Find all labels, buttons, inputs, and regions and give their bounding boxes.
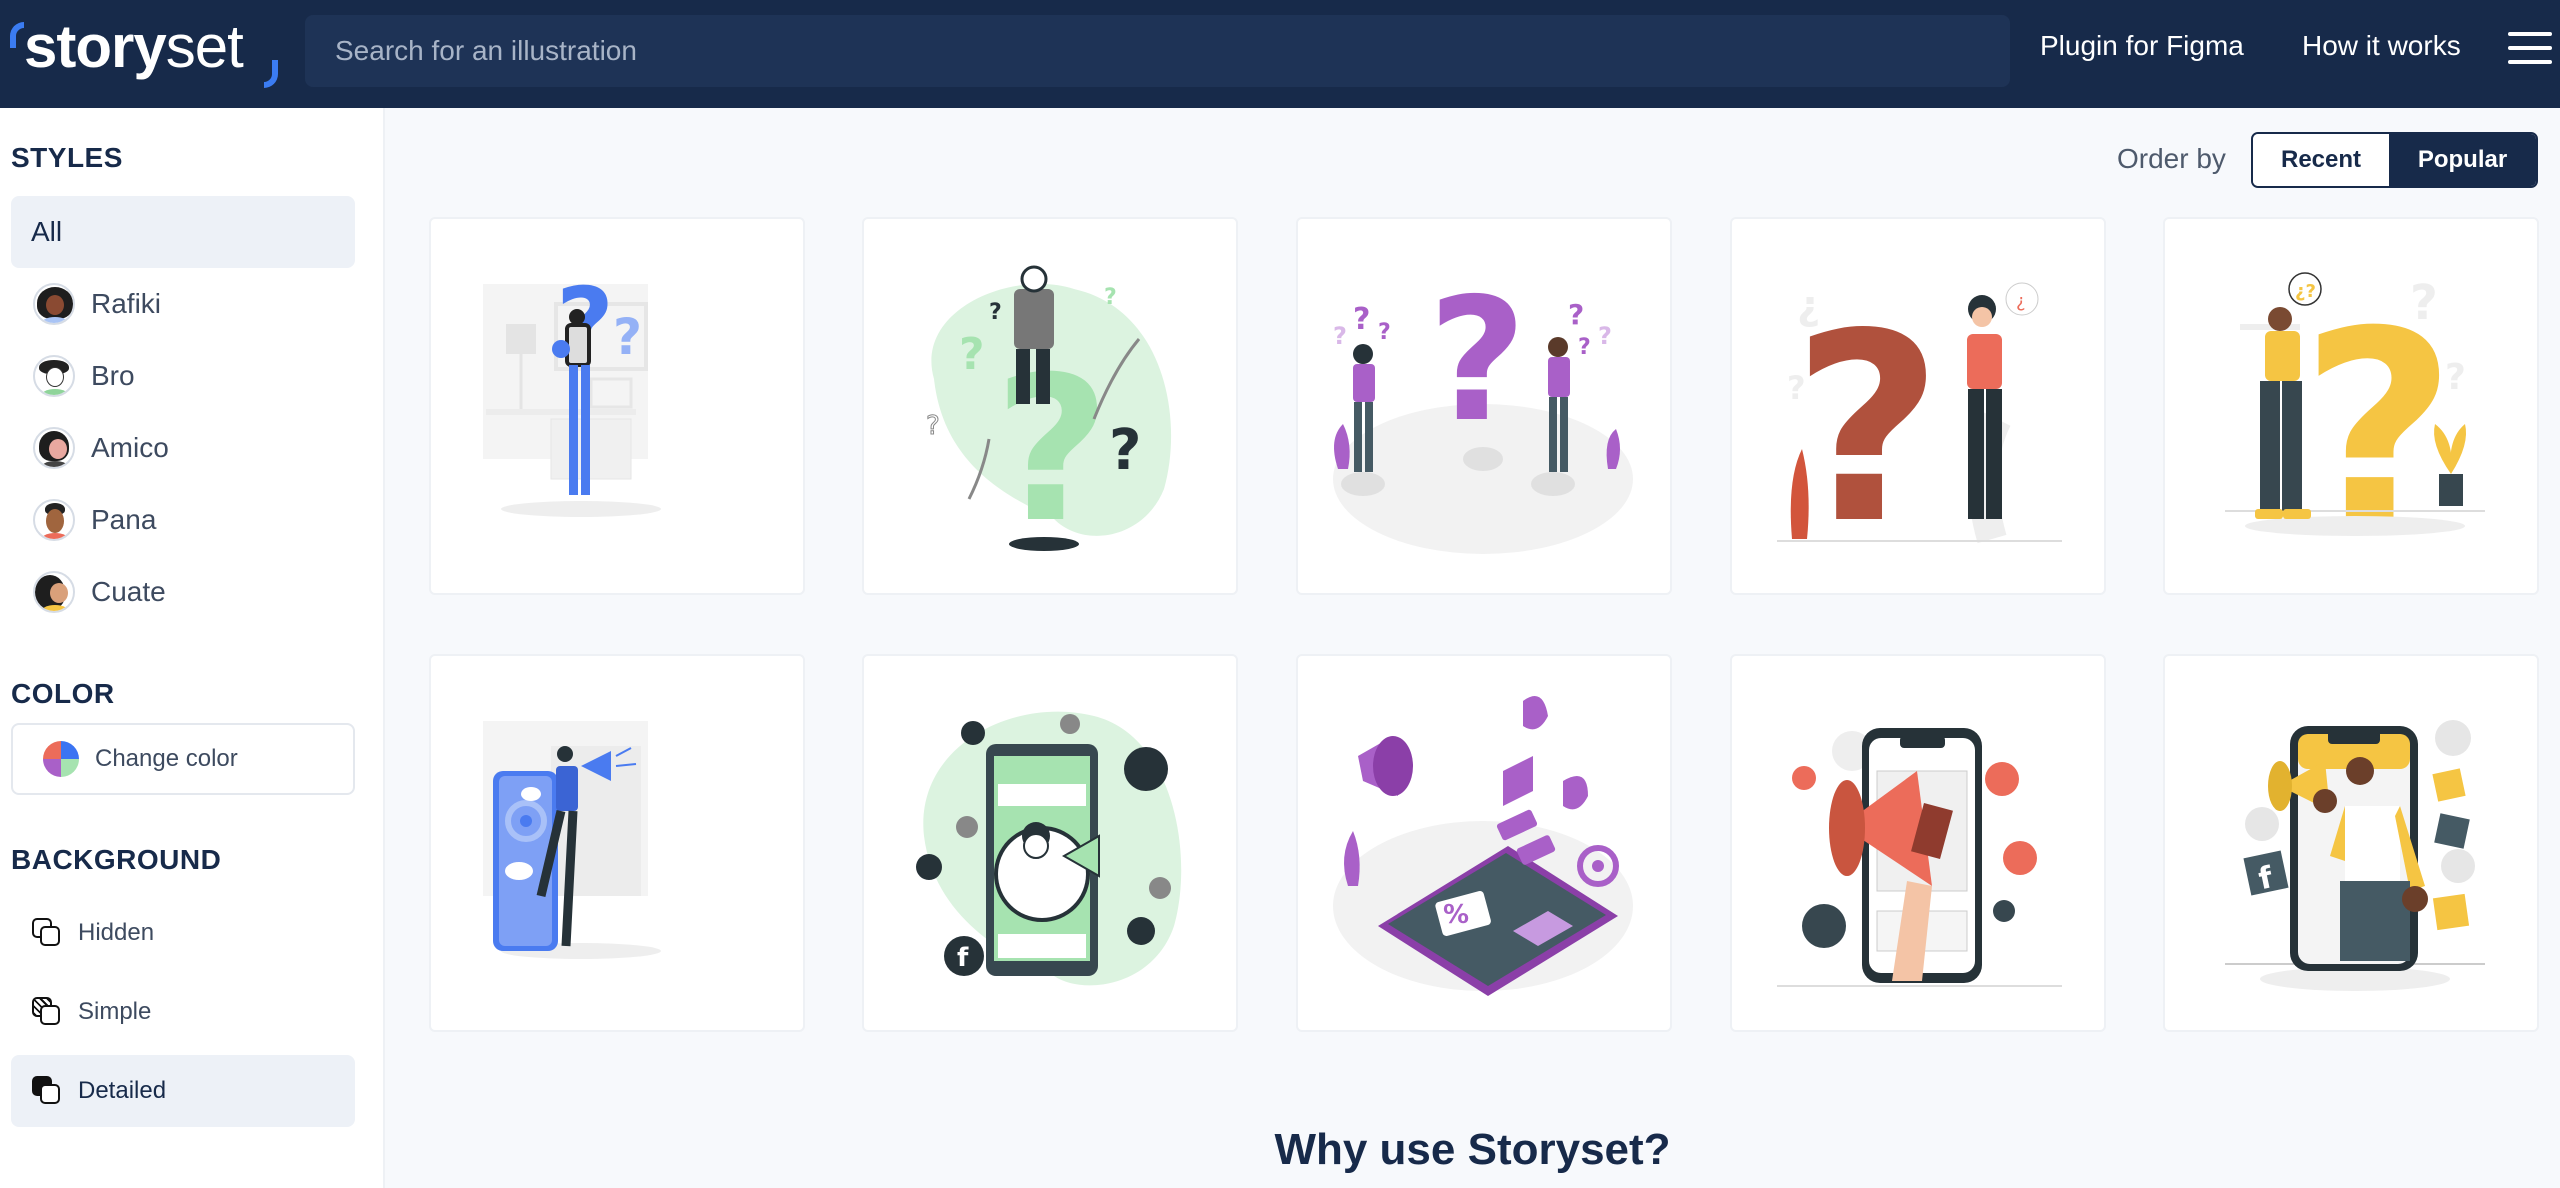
style-label: Pana (91, 504, 157, 535)
style-filter-cuate[interactable]: Cuate (11, 556, 355, 628)
style-filter-rafiki[interactable]: Rafiki (11, 268, 355, 340)
illustration-card[interactable]: % (1296, 654, 1672, 1032)
background-label: Hidden (78, 919, 155, 946)
style-filter-bro[interactable]: Bro (11, 340, 355, 412)
amico-avatar-icon (33, 427, 75, 469)
svg-text:¿: ¿ (2016, 291, 2026, 312)
style-label: Rafiki (91, 288, 162, 319)
logo-accent-right (264, 60, 278, 88)
logo-text: storyset (24, 17, 244, 77)
svg-text:¿: ¿ (1797, 283, 1820, 329)
svg-text:?: ? (994, 334, 1110, 567)
filters-sidebar: STYLES All Rafiki Bro Amico Pana Cuate C… (0, 108, 385, 1188)
hamburger-line (2508, 60, 2552, 64)
background-detailed-icon (32, 1076, 62, 1106)
illustration-woman-leaning-question: ? ¿ ¿ ? (1777, 279, 2062, 581)
illustration-card[interactable]: f (2163, 654, 2539, 1032)
hamburger-line (2508, 46, 2552, 50)
svg-text:?: ? (1353, 302, 1370, 337)
illustration-man-megaphone-social: f (916, 711, 1182, 986)
logo-accent-left (10, 22, 24, 48)
background-simple-icon (32, 997, 62, 1027)
background-label: Detailed (78, 1077, 167, 1104)
hamburger-menu-icon[interactable] (2508, 32, 2552, 66)
svg-text:?: ? (1104, 285, 1117, 310)
illustration-card[interactable]: ? ? ? ? ? ? (862, 217, 1238, 595)
illustration-card[interactable] (1730, 654, 2106, 1032)
style-filter-all[interactable]: All (11, 196, 355, 268)
svg-text:?: ? (2410, 275, 2438, 331)
bro-avatar-icon (33, 355, 75, 397)
svg-text:%: % (1443, 900, 1469, 930)
style-filter-pana[interactable]: Pana (11, 484, 355, 556)
rafiki-avatar-icon (33, 283, 75, 325)
style-label: Amico (91, 432, 169, 463)
background-hidden-icon (32, 918, 62, 948)
svg-text:?: ? (1109, 418, 1141, 483)
svg-text:?: ? (926, 411, 940, 441)
style-filter-amico[interactable]: Amico (11, 412, 355, 484)
illustration-man-sitting-question: ? ? ? ? ? ? (926, 265, 1172, 567)
hamburger-line (2508, 32, 2552, 36)
illustration-hand-megaphone-phone (1777, 728, 2062, 987)
storyset-logo[interactable]: storyset (10, 12, 278, 88)
svg-text:?: ? (1428, 262, 1527, 460)
illustration-man-yellow-question: ? ? ? ¿? (2225, 272, 2485, 588)
illustration-card[interactable]: ? ? ? ? ? ? ? (1296, 217, 1672, 595)
cuate-avatar-icon (33, 571, 75, 613)
background-option-detailed[interactable]: Detailed (11, 1055, 355, 1127)
search-input[interactable] (305, 15, 2010, 87)
order-recent-button[interactable]: Recent (2253, 134, 2389, 186)
change-color-button[interactable]: Change color (11, 723, 355, 795)
illustration-card[interactable]: ? ¿ ¿ ? (1730, 217, 2106, 595)
style-label: All (31, 216, 63, 247)
logo-text-bold: story (24, 13, 167, 80)
how-it-works-link[interactable]: How it works (2302, 30, 2461, 62)
svg-text:?: ? (1578, 335, 1591, 360)
order-popular-button[interactable]: Popular (2389, 134, 2536, 186)
pana-avatar-icon (33, 499, 75, 541)
plugin-for-figma-link[interactable]: Plugin for Figma (2040, 30, 2244, 62)
svg-text:f: f (957, 943, 969, 973)
change-color-label: Change color (95, 745, 238, 772)
svg-text:?: ? (1598, 322, 1612, 350)
styles-heading: STYLES (11, 142, 123, 173)
why-use-storyset-heading: Why use Storyset? (1274, 1125, 1671, 1174)
svg-text:?: ? (1333, 322, 1347, 350)
illustration-card[interactable]: ? ? (429, 217, 805, 595)
color-heading: COLOR (11, 678, 115, 709)
illustration-man-megaphone-yellow-phone: f (2225, 720, 2485, 991)
illustration-man-question-room: ? ? (483, 266, 661, 517)
illustration-two-people-confused: ? ? ? ? ? ? ? (1333, 262, 1633, 554)
illustration-isometric-phone-marketing: % (1333, 696, 1633, 996)
illustration-card[interactable]: f (862, 654, 1238, 1032)
svg-text:?: ? (1568, 298, 1584, 331)
order-by-toggle: Recent Popular (2251, 132, 2538, 188)
background-option-simple[interactable]: Simple (11, 976, 355, 1048)
style-label: Bro (91, 360, 135, 391)
background-option-hidden[interactable]: Hidden (11, 897, 355, 969)
logo-text-light: set (165, 13, 244, 80)
style-label: Cuate (91, 576, 166, 607)
svg-text:?: ? (613, 308, 642, 366)
svg-text:?: ? (1378, 320, 1391, 345)
background-heading: BACKGROUND (11, 844, 222, 875)
background-label: Simple (78, 998, 152, 1025)
color-wheel-icon (43, 741, 79, 777)
svg-text:¿?: ¿? (2295, 281, 2316, 302)
svg-text:?: ? (959, 329, 985, 380)
svg-text:?: ? (989, 300, 1002, 325)
svg-text:?: ? (1787, 369, 1806, 407)
top-navigation-bar: storyset Plugin for Figma How it works (0, 0, 2560, 108)
order-by-label: Order by (2117, 143, 2226, 174)
illustration-card[interactable] (429, 654, 805, 1032)
svg-text:?: ? (2445, 357, 2466, 398)
illustration-card[interactable]: ? ? ? ¿? (2163, 217, 2539, 595)
illustration-man-megaphone-phone (483, 721, 661, 959)
